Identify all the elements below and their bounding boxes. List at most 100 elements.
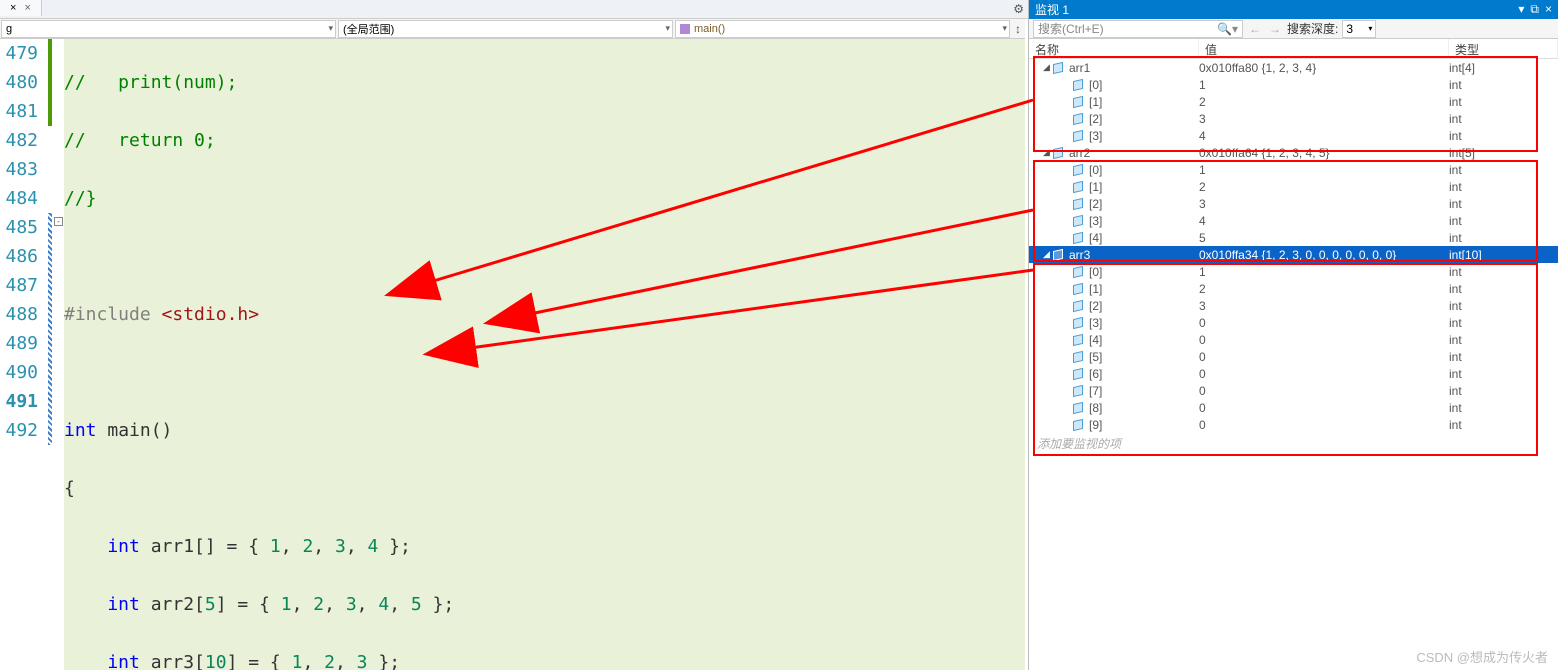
line-number: 489 xyxy=(0,329,44,358)
var-type: int xyxy=(1449,333,1558,347)
function-dropdown[interactable]: main()▾ xyxy=(675,20,1010,38)
var-name: [9] xyxy=(1089,418,1102,432)
watch-row[interactable]: ◢arr20x010ffa64 {1, 2, 3, 4, 5}int[5] xyxy=(1029,144,1558,161)
variable-icon xyxy=(1073,216,1085,226)
watch-row[interactable]: [1]2int xyxy=(1029,280,1558,297)
line-number: 484 xyxy=(0,184,44,213)
chevron-down-icon: ▾ xyxy=(1002,23,1007,34)
var-name: [0] xyxy=(1089,163,1102,177)
nav-next-icon[interactable]: → xyxy=(1267,22,1283,36)
watch-row[interactable]: [5]0int xyxy=(1029,348,1558,365)
variable-icon xyxy=(1073,199,1085,209)
line-number: 485 xyxy=(0,213,44,242)
var-type: int xyxy=(1449,299,1558,313)
expander-icon[interactable]: ◢ xyxy=(1043,62,1053,73)
close-icon[interactable]: × xyxy=(24,2,30,14)
var-name: [0] xyxy=(1089,265,1102,279)
var-value: 0 xyxy=(1199,384,1449,398)
watch-toolbar: 搜索(Ctrl+E)🔍▾ ← → 搜索深度: 3▾ xyxy=(1029,19,1558,39)
watch-row[interactable]: [4]0int xyxy=(1029,331,1558,348)
watch-row[interactable]: [6]0int xyxy=(1029,365,1558,382)
col-value[interactable]: 值 xyxy=(1199,39,1449,58)
var-value: 2 xyxy=(1199,180,1449,194)
watermark: CSDN @想成为传火者 xyxy=(1416,647,1548,666)
watch-row[interactable]: [0] 1int xyxy=(1029,161,1558,178)
watch-row[interactable]: ◢arr30x010ffa34 {1, 2, 3, 0, 0, 0, 0, 0,… xyxy=(1029,246,1558,263)
watch-title-label: 监视 1 xyxy=(1035,1,1069,18)
watch-row[interactable]: [2]3int xyxy=(1029,195,1558,212)
expander-icon[interactable]: ◢ xyxy=(1043,249,1053,260)
col-type[interactable]: 类型 xyxy=(1449,39,1558,58)
chevron-down-icon: ▾ xyxy=(1368,24,1372,33)
var-type: int xyxy=(1449,180,1558,194)
col-name[interactable]: 名称 xyxy=(1029,39,1199,58)
watch-row[interactable]: ◢arr10x010ffa80 {1, 2, 3, 4}int[4] xyxy=(1029,59,1558,76)
editor-margin: - xyxy=(44,39,64,670)
var-name: [2] xyxy=(1089,299,1102,313)
watch-panel: 监视 1 ▾ ⧉ × 搜索(Ctrl+E)🔍▾ ← → 搜索深度: 3▾ 名称 值 … xyxy=(1028,0,1558,670)
watch-title-bar[interactable]: 监视 1 ▾ ⧉ × xyxy=(1029,0,1558,19)
var-name: [6] xyxy=(1089,367,1102,381)
var-type: int xyxy=(1449,197,1558,211)
var-value: 0x010ffa64 {1, 2, 3, 4, 5} xyxy=(1199,146,1449,160)
variable-icon xyxy=(1073,318,1085,328)
watch-row[interactable]: [3]4int xyxy=(1029,212,1558,229)
watch-row[interactable]: [0]1int xyxy=(1029,76,1558,93)
nav-prev-icon[interactable]: ← xyxy=(1247,22,1263,36)
watch-row[interactable]: [3]0int xyxy=(1029,314,1558,331)
watch-row[interactable]: [3]4int xyxy=(1029,127,1558,144)
watch-header-row: 名称 值 类型 xyxy=(1029,39,1558,59)
var-value: 2 xyxy=(1199,282,1449,296)
var-value: 1 xyxy=(1199,163,1449,177)
pin-icon[interactable]: ⧉ xyxy=(1530,2,1539,17)
var-value: 3 xyxy=(1199,112,1449,126)
variable-icon xyxy=(1073,114,1085,124)
var-type: int[10] xyxy=(1449,248,1558,262)
watch-row[interactable]: [2] 3int xyxy=(1029,297,1558,314)
var-name: [4] xyxy=(1089,231,1102,245)
depth-input[interactable]: 3▾ xyxy=(1342,20,1376,38)
watch-row[interactable]: [4]5int xyxy=(1029,229,1558,246)
var-value: 4 xyxy=(1199,129,1449,143)
split-icon[interactable]: ↕ xyxy=(1011,22,1025,36)
code-content[interactable]: // print(num); // return 0; //} #include… xyxy=(64,39,1025,670)
watch-row[interactable]: [9]0int xyxy=(1029,416,1558,433)
tab-label: × xyxy=(10,2,16,14)
expander-icon[interactable]: ◢ xyxy=(1043,147,1053,158)
var-value: 0x010ffa80 {1, 2, 3, 4} xyxy=(1199,61,1449,75)
watch-row[interactable]: [1]2int xyxy=(1029,93,1558,110)
variable-icon xyxy=(1073,284,1085,294)
document-tab[interactable]: ×× xyxy=(0,0,42,16)
scope-dropdown-middle[interactable]: (全局范围)▾ xyxy=(338,20,673,38)
watch-row[interactable]: [2] 3int xyxy=(1029,110,1558,127)
code-editor[interactable]: 4794804814824834844854864874884894904914… xyxy=(0,39,1025,670)
variable-icon xyxy=(1073,352,1085,362)
var-type: int xyxy=(1449,129,1558,143)
add-watch-row[interactable]: 添加要监视的项 xyxy=(1029,433,1558,454)
close-icon[interactable]: × xyxy=(1545,2,1552,17)
var-type: int xyxy=(1449,95,1558,109)
var-name: [2] xyxy=(1089,112,1102,126)
watch-row[interactable]: [8]0int xyxy=(1029,399,1558,416)
collapse-icon[interactable]: - xyxy=(54,217,63,226)
var-type: int xyxy=(1449,265,1558,279)
var-value: 0 xyxy=(1199,350,1449,364)
var-type: int xyxy=(1449,316,1558,330)
watch-search-input[interactable]: 搜索(Ctrl+E)🔍▾ xyxy=(1033,20,1243,38)
var-type: int xyxy=(1449,163,1558,177)
watch-row[interactable]: [1] 2int xyxy=(1029,178,1558,195)
line-number: 482 xyxy=(0,126,44,155)
search-placeholder: 搜索(Ctrl+E) xyxy=(1038,20,1104,37)
var-name: [5] xyxy=(1089,350,1102,364)
var-value: 3 xyxy=(1199,299,1449,313)
variable-icon xyxy=(1073,420,1085,430)
watch-row[interactable]: [0]1int xyxy=(1029,263,1558,280)
variable-icon xyxy=(1073,369,1085,379)
watch-row[interactable]: [7]0int xyxy=(1029,382,1558,399)
scope-dropdown-left[interactable]: g▾ xyxy=(1,20,336,38)
dropdown-icon[interactable]: ▾ xyxy=(1518,2,1524,17)
var-type: int xyxy=(1449,112,1558,126)
var-name: [1] xyxy=(1089,180,1102,194)
gear-icon[interactable]: ⚙ xyxy=(1013,2,1024,16)
line-number: 479 xyxy=(0,39,44,68)
